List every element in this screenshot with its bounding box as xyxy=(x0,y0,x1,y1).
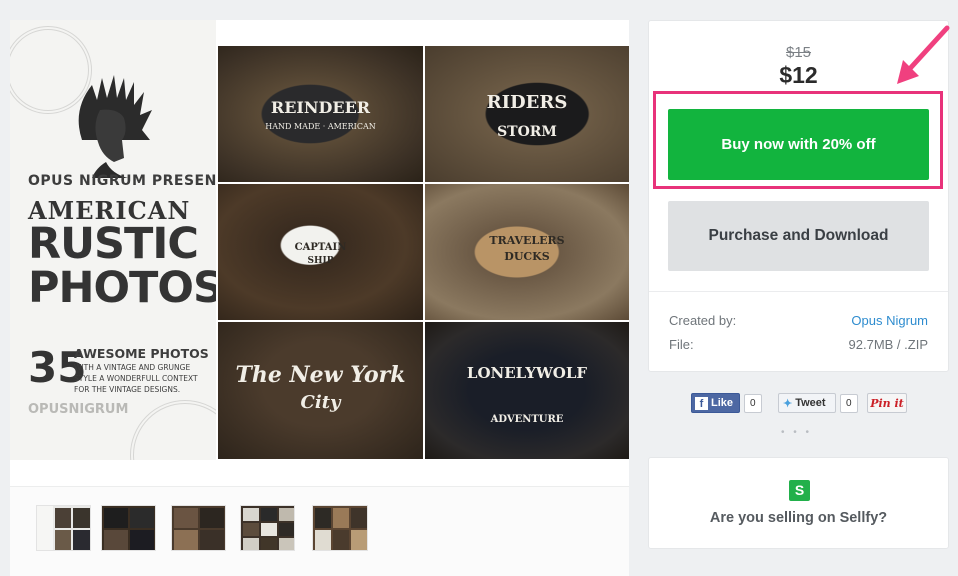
tweet-count: 0 xyxy=(840,394,858,413)
tile-subtitle: STORM xyxy=(497,124,557,140)
facebook-like-button[interactable]: f Like xyxy=(691,393,740,413)
poster-subtitle: AWESOME PHOTOS xyxy=(74,346,209,361)
tile-subtitle: SHIP xyxy=(307,256,334,266)
preview-tile-reindeer: REINDEER HAND MADE · AMERICAN xyxy=(218,46,423,182)
creator-link[interactable]: Opus Nigrum xyxy=(851,313,928,328)
more-dots[interactable]: • • • xyxy=(781,427,812,438)
tile-subtitle: DUCKS xyxy=(504,250,550,263)
purchase-download-button[interactable]: Purchase and Download xyxy=(668,201,929,271)
preview-tile-riders: RIDERS STORM xyxy=(425,46,629,182)
thumbnail-1[interactable] xyxy=(36,505,91,551)
thumbnail-4[interactable] xyxy=(240,505,295,551)
chief-head-icon xyxy=(78,75,152,178)
page: OPUS NIGRUM PRESENTS AMERICAN RUSTIC PHO… xyxy=(0,0,958,576)
product-poster: OPUS NIGRUM PRESENTS AMERICAN RUSTIC PHO… xyxy=(10,20,216,460)
tile-title: CAPTAIN xyxy=(294,242,347,253)
file-value: 92.7MB / .ZIP xyxy=(848,337,928,352)
created-by-label: Created by: xyxy=(669,313,737,328)
tile-title: REINDEER xyxy=(270,98,371,117)
poster-line-1: OPUS NIGRUM PRESENTS xyxy=(28,173,216,189)
tile-subtitle: City xyxy=(300,392,341,413)
product-panel: OPUS NIGRUM PRESENTS AMERICAN RUSTIC PHO… xyxy=(10,20,629,576)
thumbnail-strip xyxy=(10,486,629,576)
sellfy-question-link[interactable]: Are you selling on Sellfy? xyxy=(649,510,948,526)
poster-signature: OPUSNIGRUM xyxy=(28,402,129,417)
file-row: File: 92.7MB / .ZIP xyxy=(669,337,928,352)
sellfy-card[interactable]: S Are you selling on Sellfy? xyxy=(648,457,949,549)
thumbnail-2[interactable] xyxy=(101,505,156,551)
facebook-like-label: Like xyxy=(711,397,734,409)
thumbnail-3[interactable] xyxy=(171,505,226,551)
tweet-label: Tweet xyxy=(795,397,826,409)
tile-subtitle: ADVENTURE xyxy=(490,414,564,425)
thumbnail-5[interactable] xyxy=(312,505,368,551)
preview-tile-new-york: The New York City xyxy=(218,322,423,459)
tile-title: The New York xyxy=(235,362,406,388)
annotation-arrow-icon xyxy=(897,25,950,84)
tile-subtitle: HAND MADE · AMERICAN xyxy=(265,122,376,131)
tile-title: TRAVELERS xyxy=(489,234,565,247)
facebook-like-count: 0 xyxy=(744,394,762,413)
pin-it-button[interactable]: Pin it xyxy=(867,393,907,413)
tweet-button[interactable]: ✦ Tweet xyxy=(778,393,836,413)
preview-tile-travelers: TRAVELERS DUCKS xyxy=(425,184,629,320)
stamp-decoration xyxy=(130,400,216,460)
tile-title: LONELYWOLF xyxy=(466,364,588,382)
tile-title: RIDERS xyxy=(486,92,568,113)
poster-description: WITH A VINTAGE AND GRUNGE STYLE A WONDER… xyxy=(74,363,198,394)
created-by-row: Created by: Opus Nigrum xyxy=(669,313,928,328)
poster-line-4: PHOTOS xyxy=(28,263,216,313)
poster-line-3: RUSTIC xyxy=(28,219,199,269)
preview-tile-lonely-wolf: LONELYWOLF ADVENTURE xyxy=(425,322,629,459)
divider xyxy=(649,291,948,292)
preview-tile-captain: CAPTAIN SHIP xyxy=(218,184,423,320)
buy-now-button[interactable]: Buy now with 20% off xyxy=(668,109,929,180)
product-image[interactable]: OPUS NIGRUM PRESENTS AMERICAN RUSTIC PHO… xyxy=(10,20,629,486)
file-label: File: xyxy=(669,337,694,352)
twitter-bird-icon: ✦ xyxy=(783,397,793,410)
facebook-icon: f xyxy=(695,396,708,410)
sellfy-logo-icon: S xyxy=(789,480,810,501)
